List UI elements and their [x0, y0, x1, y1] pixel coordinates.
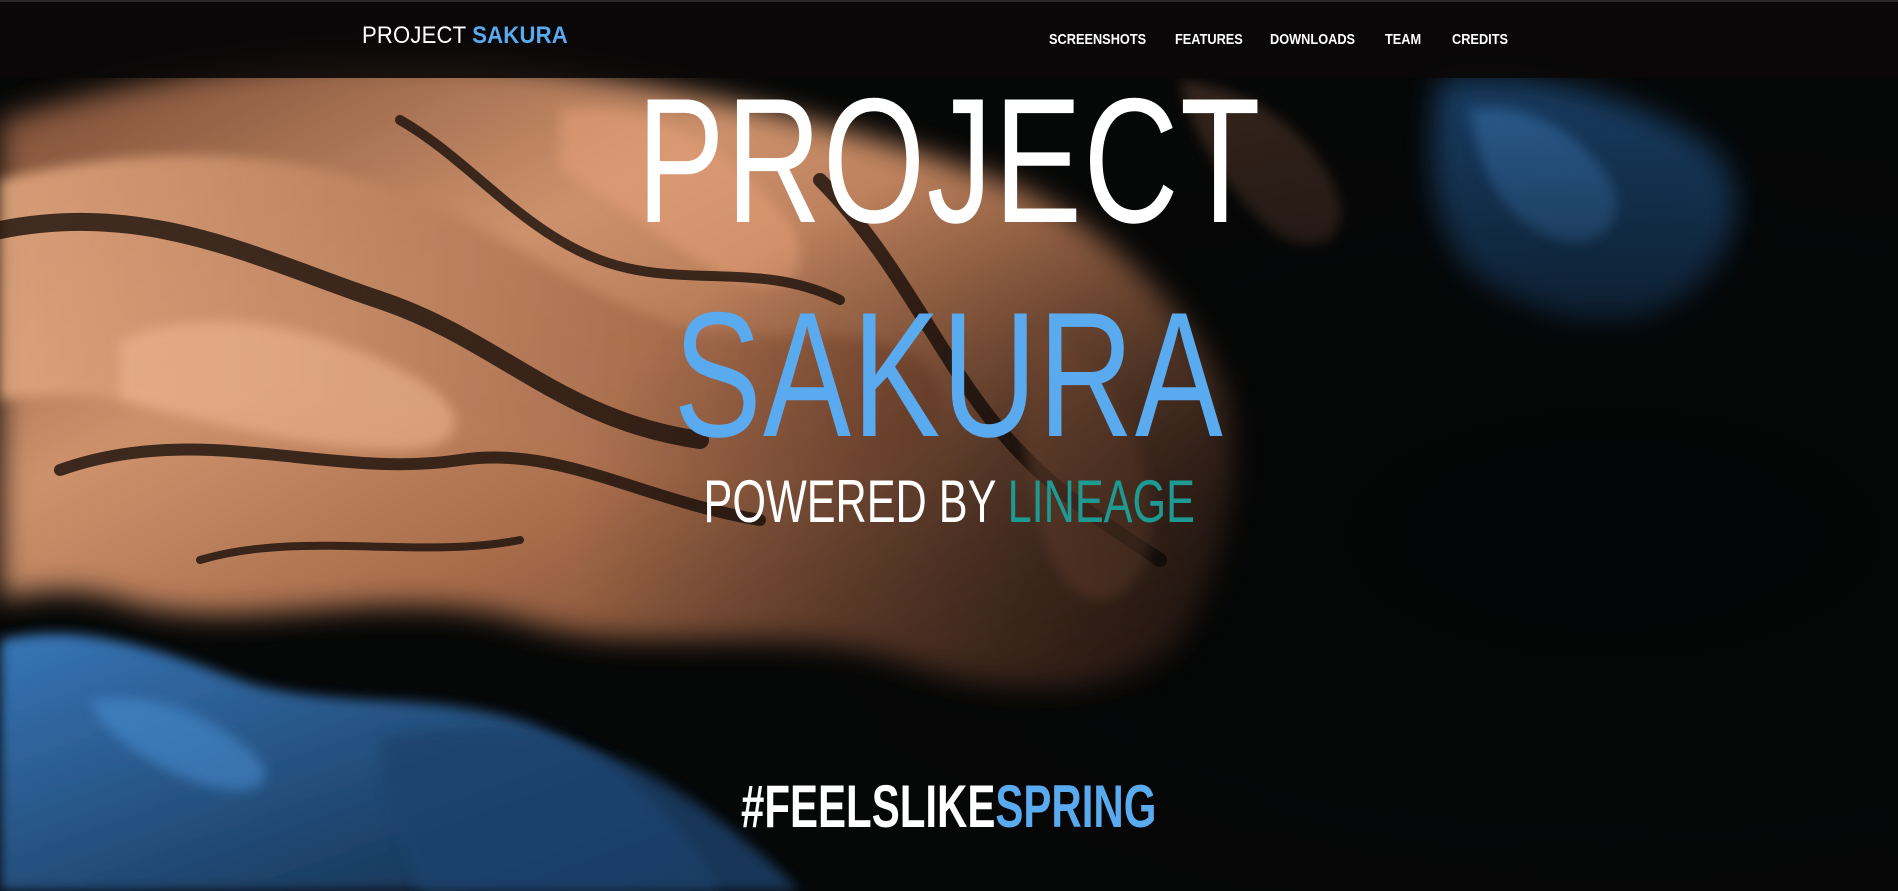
top-navbar: PROJECT SAKURA SCREENSHOTS FEATURES DOWN…	[0, 0, 1898, 78]
nav-link-team[interactable]: TEAM	[1385, 32, 1421, 48]
hero-hashtag-inner: #FEELSLIKESPRING	[741, 774, 1156, 840]
subtitle-prefix: POWERED BY	[703, 468, 996, 535]
nav-link-credits[interactable]: CREDITS	[1452, 32, 1508, 48]
nav-link-screenshots[interactable]: SCREENSHOTS	[1049, 32, 1146, 48]
nav-links: SCREENSHOTS FEATURES DOWNLOADS TEAM CRED…	[0, 32, 1898, 52]
hero-subtitle-inner: POWERED BY LINEAGE	[703, 472, 1194, 532]
hashtag-accent: SPRING	[995, 773, 1157, 840]
hero-hashtag: #FEELSLIKESPRING	[0, 774, 1898, 840]
nav-link-downloads[interactable]: DOWNLOADS	[1270, 32, 1355, 48]
hero-subtitle: POWERED BY LINEAGE	[0, 472, 1898, 532]
subtitle-lineage: LINEAGE	[1007, 468, 1195, 535]
nav-link-features[interactable]: FEATURES	[1175, 32, 1243, 48]
hero-background-image	[0, 0, 1898, 891]
hashtag-prefix: #FEELSLIKE	[741, 773, 996, 840]
